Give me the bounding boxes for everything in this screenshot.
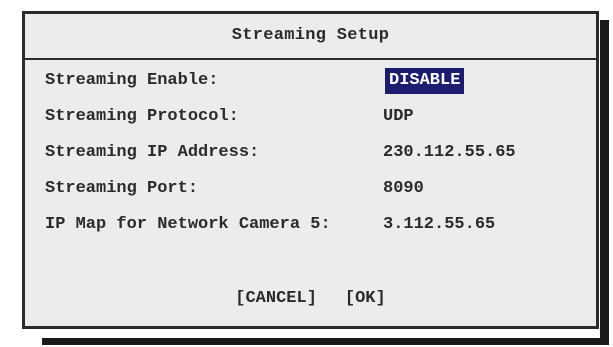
streaming-ip-address-label: Streaming IP Address: xyxy=(45,143,260,162)
cancel-button[interactable]: [CANCEL] xyxy=(235,286,317,312)
dialog-shadow-bottom xyxy=(42,338,609,345)
ip-map-camera-row: IP Map for Network Camera 5: 3.112.55.65 xyxy=(45,211,586,247)
streaming-port-label: Streaming Port: xyxy=(45,179,199,198)
dialog-shadow-right xyxy=(600,20,609,345)
streaming-protocol-value[interactable]: UDP xyxy=(383,103,414,131)
streaming-ip-address-row: Streaming IP Address: 230.112.55.65 xyxy=(45,139,586,175)
streaming-setup-dialog: Streaming Setup Streaming Enable: DISABL… xyxy=(22,11,599,329)
streaming-protocol-row: Streaming Protocol: UDP xyxy=(45,103,586,139)
streaming-enable-value[interactable]: DISABLE xyxy=(385,68,465,94)
dialog-buttons: [CANCEL] [OK] xyxy=(25,286,596,312)
streaming-enable-label: Streaming Enable: xyxy=(45,71,219,90)
ip-map-camera-value[interactable]: 3.112.55.65 xyxy=(383,211,495,239)
streaming-enable-row: Streaming Enable: DISABLE xyxy=(45,67,586,103)
streaming-protocol-label: Streaming Protocol: xyxy=(45,107,239,126)
streaming-port-value[interactable]: 8090 xyxy=(383,175,424,203)
dialog-title: Streaming Setup xyxy=(25,14,596,60)
streaming-port-row: Streaming Port: 8090 xyxy=(45,175,586,211)
streaming-ip-address-value[interactable]: 230.112.55.65 xyxy=(383,139,516,167)
ok-button[interactable]: [OK] xyxy=(345,286,386,312)
settings-list: Streaming Enable: DISABLE Streaming Prot… xyxy=(45,67,586,247)
ip-map-camera-label: IP Map for Network Camera 5: xyxy=(45,215,331,234)
